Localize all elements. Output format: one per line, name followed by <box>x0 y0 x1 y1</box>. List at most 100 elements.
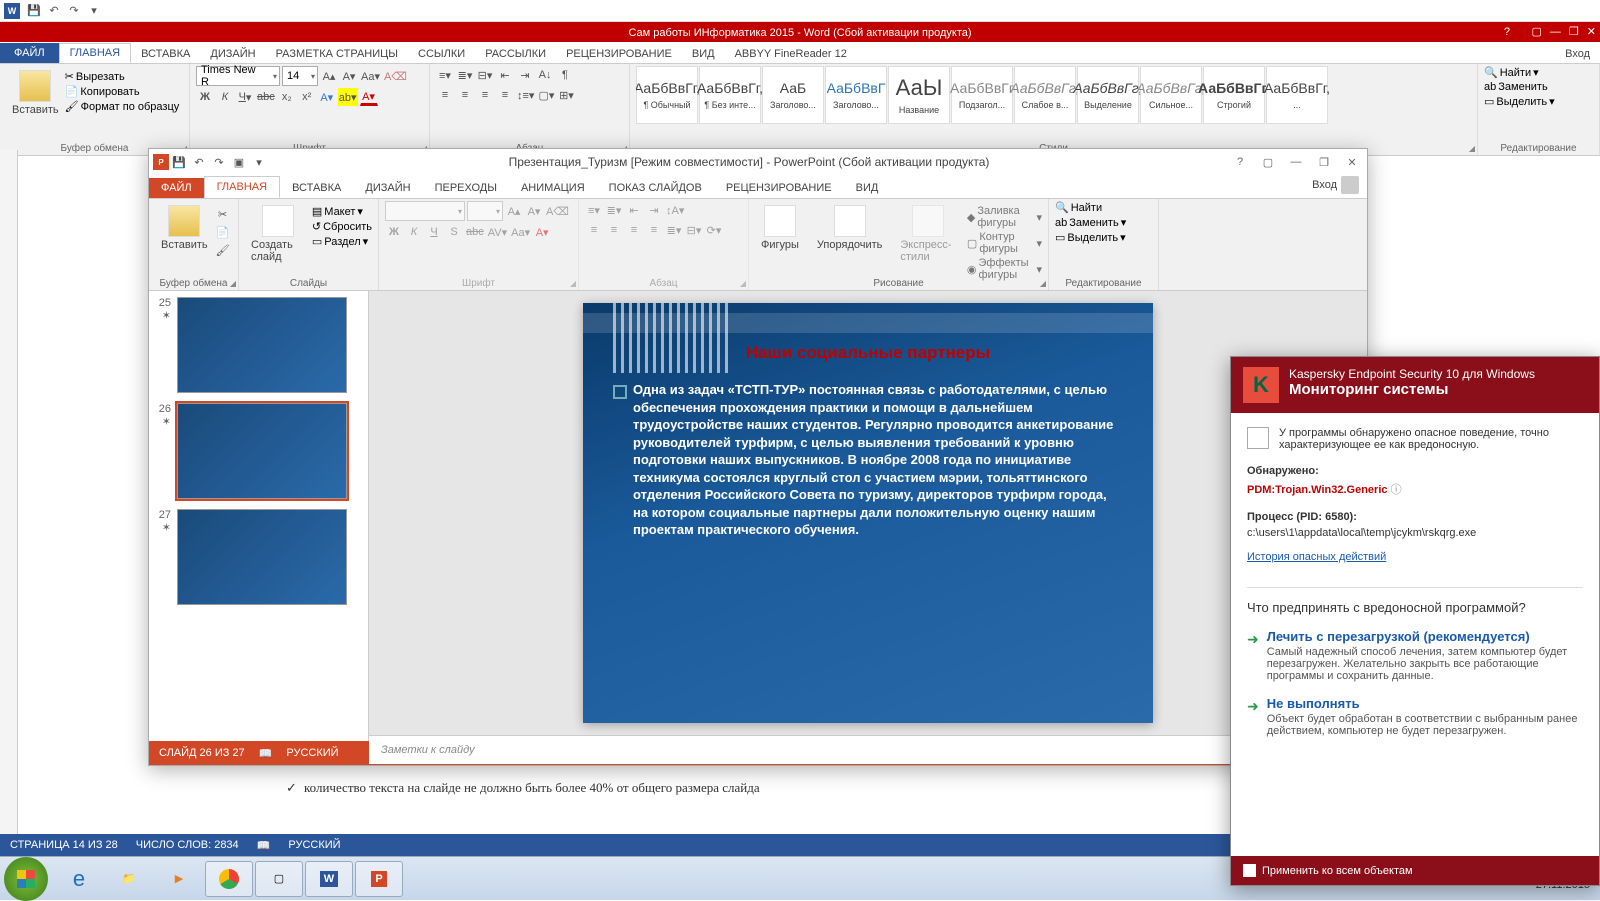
pp-tab-home[interactable]: ГЛАВНАЯ <box>204 176 280 198</box>
bullets-icon[interactable]: ≡▾ <box>436 66 454 84</box>
arrange-button[interactable]: Упорядочить <box>811 201 888 283</box>
pp-case-icon[interactable]: Aa▾ <box>510 223 531 241</box>
font-color-icon[interactable]: A▾ <box>360 88 378 106</box>
pp-tab-file[interactable]: ФАЙЛ <box>149 178 204 198</box>
action-disinfect[interactable]: ➜ Лечить с перезагрузкой (рекомендуется)… <box>1247 629 1583 682</box>
pp-columns-icon[interactable]: ≣▾ <box>665 221 683 239</box>
pp-grow-font-icon[interactable]: A▴ <box>505 202 523 220</box>
minimize-icon[interactable]: — <box>1550 22 1561 42</box>
grow-font-icon[interactable]: A▴ <box>320 67 338 85</box>
font-size-combo[interactable]: 14 <box>282 66 318 86</box>
align-right-icon[interactable]: ≡ <box>476 86 494 104</box>
style-item[interactable]: АаБбВвГЗаголово... <box>825 66 887 124</box>
change-case-icon[interactable]: Aa▾ <box>360 67 381 85</box>
shrink-font-icon[interactable]: A▾ <box>340 67 358 85</box>
show-marks-icon[interactable]: ¶ <box>556 66 574 84</box>
pp-drawing-dialog-icon[interactable]: ◢ <box>1040 279 1046 288</box>
increase-indent-icon[interactable]: ⇥ <box>516 66 534 84</box>
multilevel-icon[interactable]: ⊟▾ <box>476 66 494 84</box>
reset-button[interactable]: ↺ Сбросить <box>312 220 372 233</box>
new-slide-button[interactable]: Создать слайд <box>245 201 312 267</box>
pp-copy-icon[interactable]: 📄 <box>214 223 232 241</box>
style-item[interactable]: АаБбВвГгПодзагол... <box>951 66 1013 124</box>
start-button[interactable] <box>4 857 48 901</box>
slide-editor-area[interactable]: Наши социальные партнеры Одна из задач «… <box>369 291 1367 735</box>
pp-status-slide[interactable]: СЛАЙД 26 ИЗ 27 <box>159 747 245 759</box>
apply-all-checkbox[interactable] <box>1243 864 1256 877</box>
paste-button[interactable]: Вставить <box>6 66 65 120</box>
justify-icon[interactable]: ≡ <box>496 86 514 104</box>
taskbar-powerpoint-icon[interactable]: P <box>355 861 403 897</box>
status-words[interactable]: ЧИСЛО СЛОВ: 2834 <box>136 839 239 851</box>
action-skip[interactable]: ➜ Не выполнятьОбъект будет обработан в с… <box>1247 696 1583 737</box>
pp-strike-button[interactable]: abc <box>465 223 485 241</box>
tab-home[interactable]: ГЛАВНАЯ <box>59 43 131 63</box>
pp-align-center-icon[interactable]: ≡ <box>605 221 623 239</box>
qat-redo-icon[interactable]: ↷ <box>65 2 83 20</box>
select-button[interactable]: ▭Выделить ▾ <box>1484 95 1593 108</box>
tab-references[interactable]: ССЫЛКИ <box>408 45 475 63</box>
status-page[interactable]: СТРАНИЦА 14 ИЗ 28 <box>10 839 118 851</box>
sort-icon[interactable]: A↓ <box>536 66 554 84</box>
highlight-icon[interactable]: ab▾ <box>338 88 358 106</box>
pp-bullets-icon[interactable]: ≡▾ <box>585 201 603 219</box>
pp-status-lang[interactable]: РУССКИЙ <box>286 747 338 759</box>
section-button[interactable]: ▭ Раздел▾ <box>312 235 372 248</box>
pp-spacing-icon[interactable]: AV▾ <box>487 223 508 241</box>
taskbar-wmp-icon[interactable]: ▶ <box>155 861 203 897</box>
borders-icon[interactable]: ⊞▾ <box>557 86 575 104</box>
decrease-indent-icon[interactable]: ⇤ <box>496 66 514 84</box>
pp-tab-review[interactable]: РЕЦЕНЗИРОВАНИЕ <box>714 178 844 198</box>
pp-shrink-font-icon[interactable]: A▾ <box>525 202 543 220</box>
pp-tab-design[interactable]: ДИЗАЙН <box>353 178 422 198</box>
pp-close-icon[interactable]: ✕ <box>1341 156 1363 169</box>
pp-qat-undo-icon[interactable]: ↶ <box>190 153 208 171</box>
kaspersky-footer[interactable]: Применить ко всем объектам <box>1231 856 1599 885</box>
align-center-icon[interactable]: ≡ <box>456 86 474 104</box>
pp-justify-icon[interactable]: ≡ <box>645 221 663 239</box>
doc-bullet[interactable]: количество текста на слайде не должно бы… <box>280 780 840 796</box>
style-item[interactable]: АаБбВвГг,¶ Без инте... <box>699 66 761 124</box>
font-name-combo[interactable]: Times New R <box>196 66 280 86</box>
tab-review[interactable]: РЕЦЕНЗИРОВАНИЕ <box>556 45 682 63</box>
style-item[interactable]: АаБбВвГг,Выделение <box>1077 66 1139 124</box>
pp-qat-redo-icon[interactable]: ↷ <box>210 153 228 171</box>
pp-restore-icon[interactable]: ❐ <box>1313 156 1335 169</box>
slide-thumbnail[interactable] <box>177 297 347 393</box>
qat-customize-icon[interactable]: ▾ <box>85 2 103 20</box>
pp-smartart-icon[interactable]: ⟳▾ <box>705 221 723 239</box>
pp-numbering-icon[interactable]: ≣▾ <box>605 201 623 219</box>
close-icon[interactable]: ✕ <box>1587 22 1596 42</box>
pp-align-text-icon[interactable]: ⊟▾ <box>685 221 703 239</box>
copy-button[interactable]: 📄Копировать <box>65 85 180 98</box>
strike-button[interactable]: abc <box>256 88 276 106</box>
slide-body-text[interactable]: Одна из задач «ТСТП-ТУР» постоянная связ… <box>613 381 1123 539</box>
ribbon-display-icon[interactable]: ▢ <box>1532 22 1542 42</box>
pp-help-icon[interactable]: ? <box>1229 156 1251 169</box>
subscript-button[interactable]: x₂ <box>278 88 296 106</box>
shape-outline-button[interactable]: ▢ Контур фигуры▾ <box>967 231 1042 255</box>
pp-align-right-icon[interactable]: ≡ <box>625 221 643 239</box>
tab-mailings[interactable]: РАССЫЛКИ <box>475 45 556 63</box>
pp-paragraph-dialog-icon[interactable]: ◢ <box>740 279 746 288</box>
bold-button[interactable]: Ж <box>196 88 214 106</box>
pp-shadow-button[interactable]: S <box>445 223 463 241</box>
layout-button[interactable]: ▤ Макет▾ <box>312 205 372 218</box>
style-item[interactable]: АаБЗаголово... <box>762 66 824 124</box>
pp-select-button[interactable]: ▭ Выделить ▾ <box>1055 231 1152 244</box>
pp-titlebar[interactable]: P 💾 ↶ ↷ ▣ ▾ Презентация_Туризм [Режим со… <box>149 149 1367 175</box>
align-left-icon[interactable]: ≡ <box>436 86 454 104</box>
pp-clear-format-icon[interactable]: A⌫ <box>545 202 570 220</box>
style-item[interactable]: АаЫНазвание <box>888 66 950 124</box>
pp-font-name-combo[interactable] <box>385 201 465 221</box>
italic-button[interactable]: К <box>216 88 234 106</box>
tab-layout[interactable]: РАЗМЕТКА СТРАНИЦЫ <box>266 45 408 63</box>
pp-increase-indent-icon[interactable]: ⇥ <box>645 201 663 219</box>
superscript-button[interactable]: x² <box>298 88 316 106</box>
info-icon[interactable]: ⓘ <box>1391 484 1402 496</box>
replace-button[interactable]: abЗаменить <box>1484 81 1593 93</box>
pp-paste-button[interactable]: Вставить <box>155 201 214 259</box>
pp-find-button[interactable]: 🔍 Найти <box>1055 201 1152 214</box>
pp-underline-button[interactable]: Ч <box>425 223 443 241</box>
pp-decrease-indent-icon[interactable]: ⇤ <box>625 201 643 219</box>
